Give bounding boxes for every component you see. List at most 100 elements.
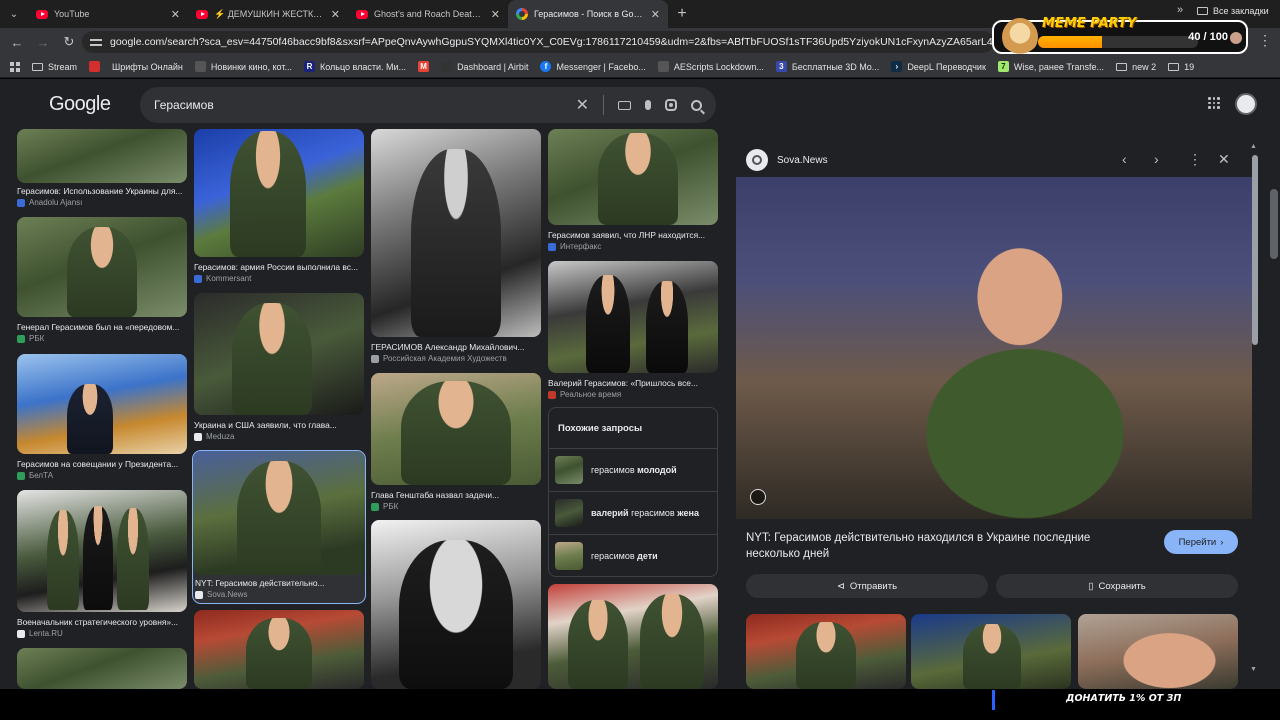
result-caption[interactable]: Генерал Герасимов был на «передовом...: [17, 322, 189, 332]
result-caption[interactable]: NYT: Герасимов действительно...: [195, 578, 367, 588]
bookmark-aescripts[interactable]: AEScripts Lockdown...: [654, 61, 768, 72]
close-icon[interactable]: ✕: [1218, 151, 1230, 168]
result-source[interactable]: РБК: [17, 334, 44, 343]
related-search-item[interactable]: герасимов молодой: [549, 448, 717, 491]
image-result-selected[interactable]: NYT: Герасимов действительно... Sova.New…: [192, 450, 367, 604]
preview-source[interactable]: Sova.News: [777, 155, 828, 166]
preview-title[interactable]: NYT: Герасимов действительно находился в…: [746, 530, 1126, 562]
result-image[interactable]: [17, 354, 187, 454]
google-apps-icon[interactable]: [1208, 97, 1220, 109]
result-caption[interactable]: Глава Генштаба назвал задачи...: [371, 490, 543, 500]
related-search-item[interactable]: валерий герасимов жена: [549, 491, 717, 534]
tab-google-search[interactable]: Герасимов - Поиск в Google ✕: [508, 0, 668, 28]
result-image[interactable]: [371, 129, 541, 337]
avatar[interactable]: [1235, 93, 1257, 115]
scroll-down-icon[interactable]: ▼: [1250, 666, 1257, 673]
image-result[interactable]: Военачальник стратегического уровня»... …: [17, 490, 187, 640]
more-bookmarks-button[interactable]: »: [1177, 4, 1183, 16]
result-image[interactable]: [548, 584, 718, 689]
address-bar[interactable]: google.com/search?sca_esv=44750f46bacc9b…: [82, 31, 994, 53]
next-icon[interactable]: ›: [1154, 151, 1159, 167]
result-image[interactable]: [17, 129, 187, 183]
reload-button[interactable]: ↻: [58, 31, 80, 53]
image-result[interactable]: [194, 610, 364, 689]
save-button[interactable]: ▯ Сохранить: [996, 574, 1238, 598]
image-result[interactable]: Герасимов заявил, что ЛНР находится... И…: [548, 129, 718, 255]
image-result[interactable]: [17, 648, 187, 689]
result-image[interactable]: [194, 293, 364, 415]
result-source[interactable]: Anadolu Ajansı: [17, 198, 82, 207]
result-source[interactable]: Meduza: [194, 432, 234, 441]
image-result[interactable]: ГЕРАСИМОВ Александр Михайлович... Россий…: [371, 129, 541, 365]
result-caption[interactable]: Герасимов: Использование Украины для...: [17, 186, 189, 196]
bookmark-movies[interactable]: Новинки кино, кот...: [191, 61, 296, 72]
result-image[interactable]: [548, 129, 718, 225]
result-image[interactable]: [371, 373, 541, 485]
related-image[interactable]: [746, 614, 906, 689]
result-image[interactable]: [193, 451, 365, 575]
forward-button[interactable]: →: [32, 31, 54, 53]
preview-image[interactable]: [736, 177, 1252, 519]
image-result[interactable]: Генерал Герасимов был на «передовом... Р…: [17, 217, 187, 345]
preview-scrollbar[interactable]: [1252, 149, 1258, 689]
bookmark-messenger[interactable]: f Messenger | Facebo...: [536, 61, 649, 72]
tab-demushkin[interactable]: ⚡ ДЕМУШКИН ЖЕСТКО О РЕ ✕: [188, 0, 348, 28]
close-icon[interactable]: ✕: [331, 8, 340, 21]
new-tab-button[interactable]: +: [668, 0, 696, 28]
lens-search-icon[interactable]: [750, 489, 766, 505]
result-caption[interactable]: ГЕРАСИМОВ Александр Михайлович...: [371, 342, 543, 352]
related-image[interactable]: [1078, 614, 1238, 689]
result-source[interactable]: Интерфакс: [548, 242, 601, 251]
image-result[interactable]: Герасимов: армия России выполнила вс... …: [194, 129, 364, 285]
tab-search-button[interactable]: ⌄: [0, 0, 28, 28]
microphone-icon[interactable]: [645, 100, 651, 110]
more-options-icon[interactable]: ⋮: [1188, 151, 1202, 168]
image-result[interactable]: [548, 584, 718, 689]
result-caption[interactable]: Герасимов на совещании у Президента...: [17, 459, 189, 469]
related-search-item[interactable]: герасимов дети: [549, 534, 717, 577]
all-bookmarks-button[interactable]: Все закладки: [1197, 0, 1269, 22]
result-image[interactable]: [17, 490, 187, 612]
result-caption[interactable]: Валерий Герасимов: «Пришлось все...: [548, 378, 720, 388]
image-result[interactable]: Герасимов на совещании у Президента... Б…: [17, 354, 187, 482]
bookmark-stream[interactable]: Stream: [28, 62, 81, 72]
bookmark-new2[interactable]: new 2: [1112, 62, 1160, 72]
site-info-icon[interactable]: [90, 37, 102, 47]
search-icon[interactable]: [691, 99, 702, 111]
bookmark-deepl[interactable]: › DeepL Переводчик: [887, 61, 990, 72]
close-icon[interactable]: ✕: [651, 8, 660, 21]
google-logo[interactable]: Google: [49, 93, 111, 116]
result-image[interactable]: [548, 261, 718, 373]
back-button[interactable]: ←: [6, 31, 28, 53]
result-image[interactable]: [371, 520, 541, 689]
tab-youtube[interactable]: YouTube ✕: [28, 0, 188, 28]
image-result[interactable]: Валерий Герасимов: «Пришлось все... Реал…: [548, 261, 718, 401]
bookmark-wise[interactable]: 7 Wise, ранее Transfe...: [994, 61, 1108, 72]
apps-button[interactable]: [6, 61, 24, 72]
lens-icon[interactable]: [665, 99, 677, 111]
bookmark-3d[interactable]: 3 Бесплатные 3D Mo...: [772, 61, 883, 72]
bookmark-red[interactable]: [85, 61, 104, 72]
result-source[interactable]: Kommersant: [194, 274, 251, 283]
result-source[interactable]: Российская Академия Художеств: [371, 354, 507, 363]
bookmark-gmail[interactable]: M: [414, 61, 433, 72]
result-image[interactable]: [194, 129, 364, 257]
clear-icon[interactable]: ✕: [576, 95, 589, 115]
bookmark-rings[interactable]: R Кольцо власти. Ми...: [300, 61, 410, 72]
bookmark-19[interactable]: 19: [1164, 62, 1198, 72]
image-result[interactable]: [371, 520, 541, 689]
bookmark-airbit[interactable]: Dashboard | Airbit: [437, 61, 532, 72]
result-source[interactable]: Sova.News: [195, 590, 247, 599]
keyboard-icon[interactable]: [618, 100, 631, 110]
result-image[interactable]: [17, 217, 187, 317]
image-result[interactable]: Герасимов: Использование Украины для... …: [17, 129, 189, 207]
image-result[interactable]: Глава Генштаба назвал задачи... РБК: [371, 373, 541, 513]
result-source[interactable]: Lenta.RU: [17, 629, 63, 638]
bookmark-fonts[interactable]: Шрифты Онлайн: [108, 62, 187, 72]
share-button[interactable]: ⊲ Отправить: [746, 574, 988, 598]
result-source[interactable]: Реальное время: [548, 390, 621, 399]
browser-menu-icon[interactable]: ⋮: [1258, 32, 1272, 49]
result-image[interactable]: [194, 610, 364, 689]
tab-ghost[interactable]: Ghost's and Roach Death Musi ✕: [348, 0, 508, 28]
result-caption[interactable]: Военачальник стратегического уровня»...: [17, 617, 189, 627]
